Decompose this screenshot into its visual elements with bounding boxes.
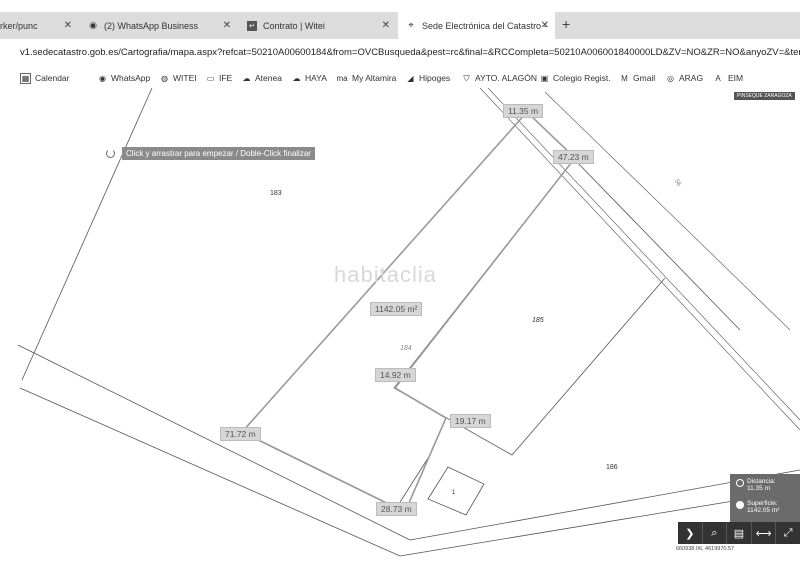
- parcel-label-183: 183: [270, 190, 282, 197]
- search-icon: ⌕: [711, 526, 718, 539]
- gmail-icon: M: [621, 73, 628, 83]
- tab-label: Sede Electrónica del Catastro -: [422, 20, 547, 31]
- fullscreen-button[interactable]: ⤢: [776, 522, 800, 544]
- whatsapp-icon: ◉: [99, 73, 106, 83]
- bookmark-arag[interactable]: ◎ ARAG: [666, 70, 703, 86]
- measure-label: 71.72 m: [220, 427, 261, 441]
- parcel-boundary: [21, 87, 153, 381]
- bookmark-ife[interactable]: ▭ IFE: [206, 70, 233, 86]
- tab-catastro[interactable]: ⌖ Sede Electrónica del Catastro - ✕: [398, 12, 555, 39]
- distance-value: 11.35 m: [747, 485, 771, 492]
- coordinates-readout: 660938.06, 4619970.57: [676, 546, 735, 552]
- area-option[interactable]: Superficie: 1142.05 m²: [736, 500, 779, 514]
- shield-icon: ⛉: [463, 73, 470, 83]
- hipoges-icon: ◢: [407, 73, 414, 83]
- bookmark-gmail[interactable]: M Gmail: [620, 70, 655, 86]
- address-bar[interactable]: v1.sedecatastro.gob.es/Cartografia/mapa.…: [0, 43, 800, 63]
- tab-bar: rker/punc ✕ ◉ (2) WhatsApp Business ✕ ↵ …: [0, 12, 800, 39]
- map-toolbar: ❯ ⌕ ▤ ⟷ ⤢: [678, 522, 800, 544]
- measurement-info-panel: Distancia: 11.35 m Superficie: 1142.05 m…: [730, 474, 800, 522]
- road-edge: [19, 387, 401, 557]
- layers-icon: ▤: [733, 527, 745, 540]
- close-icon[interactable]: ✕: [541, 20, 549, 31]
- witei-icon: ◍: [161, 73, 168, 83]
- measure-button[interactable]: ⟷: [752, 522, 777, 544]
- close-icon[interactable]: ✕: [382, 20, 390, 31]
- registro-icon: ▣: [540, 73, 549, 83]
- measure-label: 14.92 m: [375, 368, 416, 382]
- url-text: v1.sedecatastro.gob.es/Cartografia/mapa.…: [20, 47, 800, 58]
- whatsapp-icon: ◉: [89, 20, 97, 30]
- tab-label: rker/punc: [0, 20, 38, 31]
- parcel-label-186: 186: [606, 464, 618, 471]
- tab-punc[interactable]: rker/punc ✕: [0, 12, 78, 39]
- tab-whatsapp[interactable]: ◉ (2) WhatsApp Business ✕: [80, 12, 237, 39]
- search-button[interactable]: ⌕: [703, 522, 728, 544]
- close-icon[interactable]: ✕: [64, 20, 72, 31]
- catastro-icon: ⌖: [408, 20, 414, 30]
- measure-label: 28.73 m: [376, 502, 417, 516]
- bookmark-colegio-regist[interactable]: ▣ Colegio Regist.: [540, 70, 611, 86]
- bookmark-hipoges[interactable]: ◢ Hipoges: [406, 70, 450, 86]
- altamira-icon: ma: [336, 73, 348, 83]
- distance-option[interactable]: Distancia: 11.35 m: [736, 478, 776, 492]
- parcel-label-185: 185: [532, 317, 544, 324]
- cloud-icon: ☁: [292, 73, 301, 83]
- calendar-icon: ▦: [20, 72, 31, 84]
- tab-witei[interactable]: ↵ Contrato | Witei ✕: [239, 12, 396, 39]
- measure-label: 19.17 m: [450, 414, 491, 428]
- bookmarks-bar: ▦ Calendar ◉ WhatsApp ◍ WITEI ▭ IFE ☁ Atenea …: [0, 70, 800, 86]
- parcel-boundary: [427, 466, 485, 516]
- expand-button[interactable]: ❯: [678, 522, 703, 544]
- cloud-icon: ☁: [242, 73, 251, 83]
- drawing-hint: Click y arrastrar para empezar / Doble-C…: [122, 147, 315, 160]
- bookmark-altamira[interactable]: ma My Altamira: [336, 70, 396, 86]
- parcel-boundary: [572, 157, 741, 331]
- tab-label: Contrato | Witei: [263, 20, 325, 31]
- bookmark-ayto-alagon[interactable]: ⛉ AYTO. ALAGÓN: [462, 70, 538, 86]
- bookmark-atenea[interactable]: ☁ Atenea: [242, 70, 282, 86]
- parcel-label-1: 1: [452, 490, 456, 496]
- measure-line: [241, 431, 406, 513]
- refresh-icon: [106, 149, 115, 158]
- layers-button[interactable]: ▤: [727, 522, 752, 544]
- eim-icon: A: [715, 73, 721, 83]
- bookmark-haya[interactable]: ☁ HAYA: [292, 70, 327, 86]
- chevron-right-icon: ❯: [685, 527, 695, 540]
- railway-line: [479, 87, 800, 431]
- area-label: Superficie:: [747, 500, 778, 507]
- measure-label: 47.23 m: [553, 150, 594, 164]
- bookmark-witei[interactable]: ◍ WITEI: [160, 70, 197, 86]
- radio-selected-icon: [736, 501, 744, 509]
- measure-label: 1142.05 m²: [370, 302, 423, 316]
- fullscreen-icon: ⤢: [783, 526, 793, 539]
- watermark: habitaclia: [334, 262, 437, 287]
- arag-icon: ◎: [667, 73, 674, 83]
- railway-line: [487, 87, 800, 421]
- map-location-label: PINSEQUE ZARAGOZA: [734, 92, 795, 100]
- railway-line: [544, 91, 791, 331]
- bookmark-calendar[interactable]: ▦ Calendar: [20, 70, 70, 86]
- witei-icon: ↵: [247, 20, 257, 31]
- bookmark-whatsapp[interactable]: ◉ WhatsApp: [98, 70, 150, 86]
- parcel-label-184: 184: [400, 345, 412, 352]
- doc-icon: ▭: [206, 73, 215, 83]
- ruler-icon: ⟷: [755, 527, 772, 540]
- cadastral-map[interactable]: [0, 86, 800, 566]
- radio-icon: [736, 479, 744, 487]
- distance-label: Distancia:: [747, 478, 776, 485]
- road-edge: [17, 344, 411, 541]
- new-tab-button[interactable]: +: [562, 16, 570, 32]
- measure-label: 11.35 m: [503, 104, 544, 118]
- area-value: 1142.05 m²: [747, 507, 780, 514]
- close-icon[interactable]: ✕: [223, 20, 231, 31]
- bookmark-eim[interactable]: A EIM: [712, 70, 743, 86]
- tab-label: (2) WhatsApp Business: [104, 20, 199, 31]
